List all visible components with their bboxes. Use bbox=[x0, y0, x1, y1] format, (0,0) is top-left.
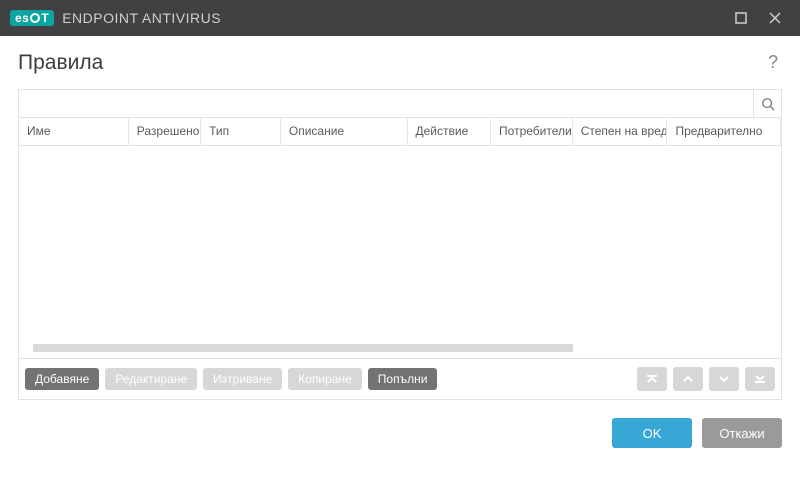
horizontal-scrollbar[interactable] bbox=[33, 344, 573, 352]
table-header: ИмеРазрешеноТипОписаниеДействиеПотребите… bbox=[19, 118, 781, 146]
column-header[interactable]: Потребители bbox=[491, 118, 573, 145]
dialog-footer: OK Откажи bbox=[0, 400, 800, 466]
rules-panel: ИмеРазрешеноТипОписаниеДействиеПотребите… bbox=[18, 89, 782, 400]
fill-button[interactable]: Попълни bbox=[368, 368, 438, 390]
window-maximize-button[interactable] bbox=[724, 0, 758, 36]
help-icon: ? bbox=[768, 52, 778, 72]
brand-circle-icon bbox=[30, 13, 40, 23]
chevron-top-icon bbox=[645, 372, 659, 386]
toolbar: Добавяне Редактиране Изтриване Копиране … bbox=[19, 358, 781, 399]
rules-table: ИмеРазрешеноТипОписаниеДействиеПотребите… bbox=[19, 118, 781, 358]
edit-button[interactable]: Редактиране bbox=[105, 368, 197, 390]
delete-button[interactable]: Изтриване bbox=[203, 368, 282, 390]
move-top-button[interactable] bbox=[637, 367, 667, 391]
brand-logo: es T bbox=[10, 10, 54, 26]
search-row bbox=[19, 90, 781, 118]
search-icon bbox=[761, 97, 775, 111]
column-header[interactable]: Описание bbox=[281, 118, 408, 145]
ok-button[interactable]: OK bbox=[612, 418, 692, 448]
move-bottom-button[interactable] bbox=[745, 367, 775, 391]
maximize-icon bbox=[735, 12, 747, 24]
search-input[interactable] bbox=[19, 90, 753, 117]
column-header[interactable]: Име bbox=[19, 118, 129, 145]
chevron-down-icon bbox=[717, 372, 731, 386]
titlebar: es T ENDPOINT ANTIVIRUS bbox=[0, 0, 800, 36]
chevron-up-icon bbox=[681, 372, 695, 386]
move-up-button[interactable] bbox=[673, 367, 703, 391]
close-icon bbox=[769, 12, 781, 24]
column-header[interactable]: Степен на вреда bbox=[573, 118, 668, 145]
window-close-button[interactable] bbox=[758, 0, 792, 36]
copy-button[interactable]: Копиране bbox=[288, 368, 362, 390]
column-header[interactable]: Действие bbox=[408, 118, 492, 145]
app-title: ENDPOINT ANTIVIRUS bbox=[62, 10, 221, 26]
add-button[interactable]: Добавяне bbox=[25, 368, 99, 390]
help-button[interactable]: ? bbox=[764, 48, 782, 77]
cancel-button[interactable]: Откажи bbox=[702, 418, 782, 448]
chevron-bottom-icon bbox=[753, 372, 767, 386]
page-heading-row: Правила ? bbox=[18, 48, 782, 77]
page-title: Правила bbox=[18, 51, 103, 75]
column-header[interactable]: Предварително bbox=[667, 118, 781, 145]
column-header[interactable]: Тип bbox=[201, 118, 281, 145]
brand-prefix: es bbox=[15, 11, 29, 25]
search-button[interactable] bbox=[753, 90, 781, 117]
move-down-button[interactable] bbox=[709, 367, 739, 391]
column-header[interactable]: Разрешено bbox=[129, 118, 201, 145]
content-area: Правила ? ИмеРазрешеноТипОписаниеДействи… bbox=[0, 36, 800, 400]
table-body bbox=[19, 146, 781, 358]
brand-suffix: T bbox=[41, 11, 49, 25]
